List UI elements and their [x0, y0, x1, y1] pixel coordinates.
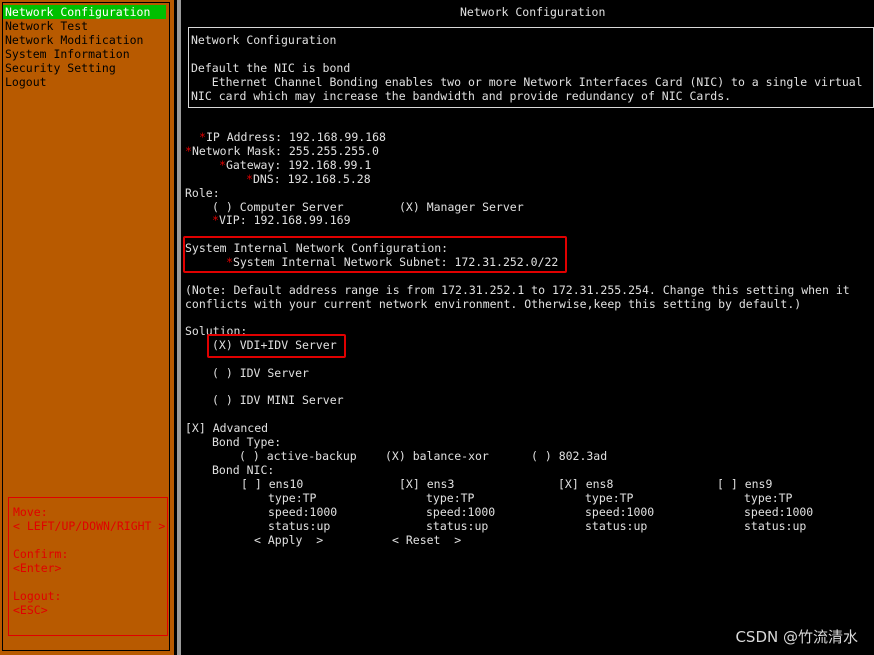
menu-item-logout[interactable]: Logout — [5, 75, 47, 89]
panel-title: Network Configuration — [460, 5, 606, 19]
apply-button[interactable]: < Apply > — [254, 533, 323, 547]
bond-type-802-3ad-radio[interactable]: ( ) 802.3ad — [531, 449, 607, 463]
solution-idv-radio[interactable]: ( ) IDV Server — [212, 366, 309, 380]
internal-network-heading: System Internal Network Configuration: — [185, 241, 449, 255]
left-menu: Network Configuration Network Test Netwo… — [0, 0, 174, 655]
nic-ens9-speed: speed:1000 — [744, 505, 814, 519]
required-star: * — [199, 130, 206, 144]
solution-idv-mini-radio[interactable]: ( ) IDV MINI Server — [212, 393, 344, 407]
vip-label: VIP: — [218, 213, 254, 227]
nic-ens3-speed: speed:1000 — [426, 505, 496, 519]
internal-subnet-field[interactable]: *System Internal Network Subnet: 172.31.… — [226, 255, 558, 269]
required-star: * — [246, 172, 253, 186]
nic-ens8-speed: speed:1000 — [585, 505, 655, 519]
panel-separator — [177, 0, 181, 655]
internal-subnet-value[interactable]: 172.31.252.0/22 — [455, 255, 559, 269]
network-mask-label: Network Mask: — [191, 144, 289, 158]
info-line-1: Default the NIC is bond — [191, 61, 351, 75]
bond-type-balance-xor-radio[interactable]: (X) balance-xor — [385, 449, 489, 463]
ip-address-field[interactable]: *IP Address: 192.168.99.168 — [199, 130, 386, 144]
nic-ens10-checkbox[interactable]: [ ] ens10 — [241, 477, 303, 491]
help-logout-label: Logout: — [13, 589, 62, 603]
bond-type-label: Bond Type: — [212, 435, 282, 449]
info-line-3: NIC card which may increase the bandwidt… — [191, 89, 732, 103]
internal-subnet-label: System Internal Network Subnet: — [232, 255, 455, 269]
nic-ens9-status: status:up — [744, 519, 807, 533]
bond-type-active-backup-radio[interactable]: ( ) active-backup — [239, 449, 357, 463]
menu-item-security-setting[interactable]: Security Setting — [5, 61, 116, 75]
nic-ens10-type: type:TP — [268, 491, 317, 505]
network-mask-field[interactable]: *Network Mask: 255.255.255.0 — [185, 144, 379, 158]
dns-value[interactable]: 192.168.5.28 — [288, 172, 371, 186]
required-star: * — [226, 255, 233, 269]
menu-item-network-modification[interactable]: Network Modification — [5, 33, 143, 47]
dns-field[interactable]: *DNS: 192.168.5.28 — [246, 172, 371, 186]
dns-label: DNS: — [252, 172, 288, 186]
keyboard-help-box: Move: < LEFT/UP/DOWN/RIGHT > Confirm: <E… — [8, 497, 168, 636]
network-mask-value[interactable]: 255.255.255.0 — [289, 144, 379, 158]
gateway-field[interactable]: *Gateway: 192.168.99.1 — [219, 158, 371, 172]
menu-item-network-test[interactable]: Network Test — [5, 19, 88, 33]
nic-ens3-type: type:TP — [426, 491, 475, 505]
vip-value[interactable]: 192.168.99.169 — [254, 213, 351, 227]
gateway-value[interactable]: 192.168.99.1 — [288, 158, 371, 172]
nic-ens9-type: type:TP — [744, 491, 793, 505]
solution-vdi-idv-radio[interactable]: (X) VDI+IDV Server — [212, 338, 337, 352]
help-logout-key: <ESC> — [13, 603, 48, 617]
role-computer-server-radio[interactable]: ( ) Computer Server — [212, 200, 344, 214]
info-line-2: Ethernet Channel Bonding enables two or … — [191, 75, 863, 89]
reset-button[interactable]: < Reset > — [392, 533, 461, 547]
note-line-2: conflicts with your current network envi… — [185, 297, 802, 311]
nic-ens8-type: type:TP — [585, 491, 634, 505]
help-move-keys: < LEFT/UP/DOWN/RIGHT > — [13, 519, 166, 533]
info-box: Network Configuration Default the NIC is… — [188, 27, 874, 108]
note-line-1: (Note: Default address range is from 172… — [185, 283, 850, 297]
ip-address-value[interactable]: 192.168.99.168 — [289, 130, 386, 144]
gateway-label: Gateway: — [225, 158, 289, 172]
help-confirm-label: Confirm: — [13, 547, 69, 561]
info-heading: Network Configuration — [191, 33, 337, 47]
advanced-checkbox[interactable]: [X] Advanced — [185, 421, 268, 435]
role-label: Role: — [185, 186, 220, 200]
nic-ens3-checkbox[interactable]: [X] ens3 — [399, 477, 454, 491]
nic-ens8-status: status:up — [585, 519, 648, 533]
menu-item-network-configuration[interactable]: Network Configuration — [3, 5, 166, 19]
help-confirm-key: <Enter> — [13, 561, 62, 575]
bond-nic-label: Bond NIC: — [212, 463, 275, 477]
nic-ens9-checkbox[interactable]: [ ] ens9 — [717, 477, 772, 491]
help-move-label: Move: — [13, 505, 48, 519]
nic-ens10-status: status:up — [268, 519, 331, 533]
required-star: * — [212, 213, 219, 227]
ip-address-label: IP Address: — [205, 130, 290, 144]
required-star: * — [185, 144, 192, 158]
role-manager-server-radio[interactable]: (X) Manager Server — [399, 200, 524, 214]
nic-ens3-status: status:up — [426, 519, 489, 533]
watermark: CSDN @竹流清水 — [735, 628, 858, 646]
menu-item-system-information[interactable]: System Information — [5, 47, 130, 61]
nic-ens8-checkbox[interactable]: [X] ens8 — [558, 477, 613, 491]
nic-ens10-speed: speed:1000 — [268, 505, 338, 519]
required-star: * — [219, 158, 226, 172]
vip-field[interactable]: *VIP: 192.168.99.169 — [212, 213, 351, 227]
